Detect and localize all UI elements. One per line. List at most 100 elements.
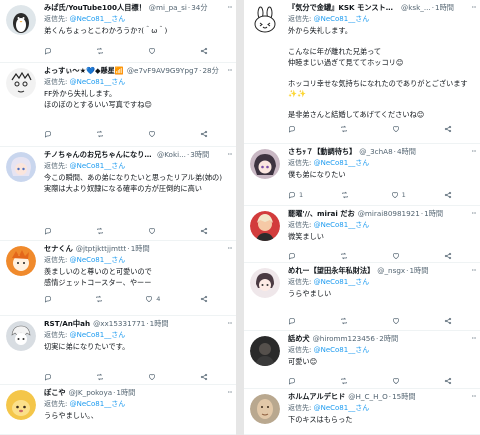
- more-options-icon[interactable]: ···: [227, 244, 232, 254]
- reply-button[interactable]: [44, 47, 55, 55]
- more-options-icon[interactable]: ···: [227, 3, 232, 13]
- dark-photo-avatar[interactable]: [250, 336, 280, 366]
- timestamp[interactable]: 1時間: [131, 244, 150, 254]
- display-name[interactable]: セナくん: [44, 244, 73, 254]
- mention-link[interactable]: @NeCo81__さん: [70, 400, 126, 408]
- share-button[interactable]: [200, 295, 210, 303]
- timestamp[interactable]: 4時間: [397, 147, 416, 157]
- share-button[interactable]: [200, 373, 210, 381]
- more-options-icon[interactable]: ···: [227, 319, 232, 329]
- reply-tweet[interactable]: チノちゃんのお兄ちゃんになりたい人 @Koki... · 3時間 ··· 返信先: @Ne…: [0, 147, 236, 241]
- more-options-icon[interactable]: ···: [471, 266, 476, 276]
- reply-button[interactable]: [44, 373, 55, 381]
- mention-link[interactable]: @NeCo81__さん: [314, 278, 370, 286]
- reply-tweet[interactable]: さちｯ７【動調待ち】 @_3chA8 · 4時間 ··· 返信先: @NeCo81__さん…: [244, 144, 480, 206]
- reply-tweet[interactable]: ぽこや @JK_pokoya · 1時間 ··· 返信先: @NeCo81__さん うらやま…: [0, 385, 236, 435]
- timestamp[interactable]: 1時間: [150, 319, 169, 329]
- chibi-avatar[interactable]: [250, 268, 280, 298]
- share-button[interactable]: [200, 47, 210, 55]
- photo-face-avatar[interactable]: [250, 394, 280, 424]
- like-button[interactable]: [148, 227, 159, 235]
- display-name[interactable]: RST/An中ah: [44, 319, 90, 329]
- user-handle[interactable]: @jtptjkttjjmttt: [76, 244, 127, 254]
- retweet-button[interactable]: [340, 125, 351, 133]
- timestamp[interactable]: 28分: [202, 66, 218, 76]
- user-handle[interactable]: @mirai80981921: [358, 209, 420, 219]
- like-button[interactable]: [148, 373, 159, 381]
- red-portrait-avatar[interactable]: [250, 211, 280, 241]
- mention-link[interactable]: @NeCo81__さん: [70, 331, 126, 339]
- share-button[interactable]: [444, 377, 454, 385]
- display-name[interactable]: 罷曜'//、mirai だお: [288, 209, 355, 219]
- mention-link[interactable]: @NeCo81__さん: [70, 256, 126, 264]
- retweet-button[interactable]: [341, 191, 352, 199]
- more-options-icon[interactable]: ···: [471, 3, 476, 13]
- share-button[interactable]: [444, 317, 454, 325]
- like-button[interactable]: 4: [145, 295, 160, 303]
- display-name[interactable]: みぱ氏/YouTube100人目標！: [44, 3, 146, 13]
- more-options-icon[interactable]: ···: [471, 392, 476, 402]
- share-button[interactable]: [444, 125, 454, 133]
- like-button[interactable]: 1: [391, 191, 406, 199]
- like-button[interactable]: [148, 47, 159, 55]
- user-handle[interactable]: @H_C_H_O: [348, 392, 387, 402]
- retweet-button[interactable]: [96, 373, 107, 381]
- reply-button[interactable]: [288, 252, 299, 260]
- timestamp[interactable]: 2時間: [379, 334, 398, 344]
- like-button[interactable]: [148, 130, 159, 138]
- like-button[interactable]: [392, 125, 403, 133]
- reply-button[interactable]: [44, 295, 55, 303]
- display-name[interactable]: めれー【望田永年私財法】: [288, 266, 374, 276]
- user-handle[interactable]: @mi_pa_si: [149, 3, 187, 13]
- reply-tweet[interactable]: セナくん @jtptjkttjjmttt · 1時間 ··· 返信先: @NeCo81__…: [0, 241, 236, 316]
- like-button[interactable]: [392, 252, 403, 260]
- rabbit-avatar[interactable]: [250, 5, 280, 35]
- mention-link[interactable]: @NeCo81__さん: [314, 404, 370, 412]
- timestamp[interactable]: 34分: [191, 3, 207, 13]
- reply-tweet[interactable]: よっすぃ～★💙◆懸星📶 @e7vF9AV9G9Ypg7 · 28分 ··· 返信先: @N…: [0, 63, 236, 147]
- anime-line-avatar[interactable]: [6, 68, 36, 98]
- orange-character-avatar[interactable]: [6, 246, 36, 276]
- reply-button[interactable]: [44, 227, 55, 235]
- more-options-icon[interactable]: ···: [227, 66, 232, 76]
- user-handle[interactable]: @ksk_...: [401, 3, 431, 13]
- display-name[interactable]: チノちゃんのお兄ちゃんになりたい人: [44, 150, 154, 160]
- user-handle[interactable]: @e7vF9AV9G9Ypg7: [127, 66, 198, 76]
- anime-boy-avatar[interactable]: [6, 321, 36, 351]
- retweet-button[interactable]: [95, 295, 106, 303]
- reply-tweet[interactable]: ホルムアルデヒド @H_C_H_O · 15時間 ··· 返信先: @NeCo81__さん…: [244, 389, 480, 435]
- like-button[interactable]: [392, 317, 403, 325]
- more-options-icon[interactable]: ···: [227, 150, 232, 160]
- timestamp[interactable]: 1時間: [435, 3, 454, 13]
- anime-face-avatar[interactable]: [250, 149, 280, 179]
- reply-tweet[interactable]: 『気分で金罐』KSK モンスト&趣味垢@ksk_...·1時間···返信先: @…: [244, 0, 480, 144]
- display-name[interactable]: 『気分で金罐』KSK モンスト&趣味垢: [288, 3, 398, 13]
- yellow-character-avatar[interactable]: [6, 390, 36, 420]
- user-handle[interactable]: @JK_pokoya: [69, 388, 113, 398]
- reply-button[interactable]: 1: [288, 191, 303, 199]
- timestamp[interactable]: 15時間: [392, 392, 416, 402]
- user-handle[interactable]: @xx15331771: [93, 319, 145, 329]
- reply-tweet[interactable]: めれー【望田永年私財法】 @_nsgx · 1時間 ··· 返信先: @NeCo81__さ…: [244, 263, 480, 331]
- mention-link[interactable]: @NeCo81__さん: [70, 78, 126, 86]
- user-handle[interactable]: @_3chA8: [359, 147, 392, 157]
- reply-button[interactable]: [288, 317, 299, 325]
- user-handle[interactable]: @Koki...: [157, 150, 186, 160]
- retweet-button[interactable]: [340, 377, 351, 385]
- display-name[interactable]: さちｯ７【動調待ち】: [288, 147, 356, 157]
- mention-link[interactable]: @NeCo81__さん: [314, 346, 370, 354]
- mention-link[interactable]: @NeCo81__さん: [314, 221, 370, 229]
- display-name[interactable]: よっすぃ～★💙◆懸星📶: [44, 66, 124, 76]
- anime-girl-avatar[interactable]: [6, 152, 36, 182]
- share-button[interactable]: [200, 130, 210, 138]
- display-name[interactable]: ぽこや: [44, 388, 66, 398]
- mention-link[interactable]: @NeCo81__さん: [70, 162, 126, 170]
- reply-tweet[interactable]: みぱ氏/YouTube100人目標！ @mi_pa_si · 34分 ··· 返信先: @…: [0, 0, 236, 63]
- display-name[interactable]: 話め犬: [288, 334, 310, 344]
- more-options-icon[interactable]: ···: [471, 209, 476, 219]
- reply-tweet[interactable]: RST/An中ah @xx15331771 · 1時間 ··· 返信先: @NeCo81_…: [0, 316, 236, 385]
- reply-tweet[interactable]: 罷曜'//、mirai だお @mirai80981921 · 1時間 ··· 返信先: …: [244, 206, 480, 263]
- user-handle[interactable]: @_nsgx: [377, 266, 405, 276]
- reply-tweet[interactable]: 話め犬 @hiromm123456 · 2時間 ··· 返信先: @NeCo81__さん可…: [244, 331, 480, 389]
- retweet-button[interactable]: [96, 227, 107, 235]
